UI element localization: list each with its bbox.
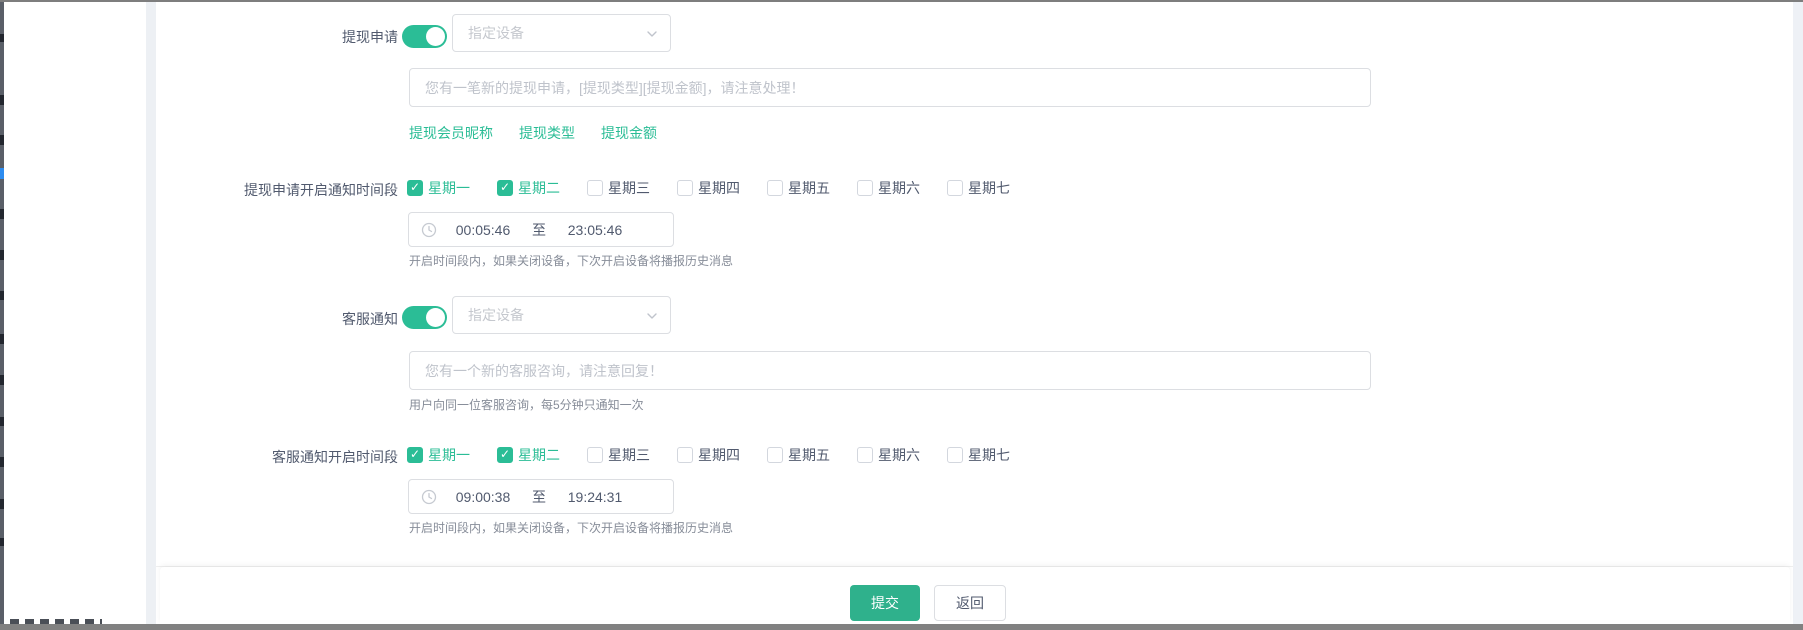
checkbox-checked-icon[interactable] [407,447,423,463]
withdraw-schedule-label: 提现申请开启通知时间段 [150,180,398,200]
time-start-value[interactable]: 09:00:38 [447,489,519,505]
day-checkbox-item[interactable]: 星期七 [947,178,1010,198]
day-label: 星期三 [608,445,650,465]
day-checkbox-item[interactable]: 星期二 [497,445,560,465]
service-label: 客服通知 [150,309,398,329]
day-label: 星期五 [788,178,830,198]
clock-icon [421,489,437,505]
insert-tag-button[interactable]: 提现金额 [601,123,657,143]
day-checkbox-item[interactable]: 星期五 [767,178,830,198]
time-separator: 至 [519,487,559,507]
service-hint: 用户向同一位客服咨询，每5分钟只通知一次 [409,396,644,413]
withdraw-toggle[interactable] [402,25,447,48]
day-checkbox-item[interactable]: 星期五 [767,445,830,465]
checkbox-unchecked-icon[interactable] [677,447,693,463]
right-scrollbar[interactable] [1793,2,1803,624]
time-start-value[interactable]: 00:05:46 [447,222,519,238]
withdraw-device-select[interactable]: 指定设备 [452,14,671,52]
toggle-knob [426,27,445,46]
service-day-row: 星期一 星期二 星期三 星期四 星期五 星期六 星期七 [407,446,1010,464]
day-label: 星期四 [698,178,740,198]
settings-page: 提现申请 指定设备 提现会员昵称 提现类型 提现金额 提现申请开启通知时间段 星期一… [0,0,1803,630]
insert-tag-button[interactable]: 提现会员昵称 [409,123,493,143]
day-label: 星期七 [968,178,1010,198]
withdraw-tag-row: 提现会员昵称 提现类型 提现金额 [409,123,657,143]
day-checkbox-item[interactable]: 星期一 [407,445,470,465]
withdraw-day-row: 星期一 星期二 星期三 星期四 星期五 星期六 星期七 [407,179,1010,197]
day-checkbox-item[interactable]: 星期七 [947,445,1010,465]
time-end-value[interactable]: 23:05:46 [559,222,631,238]
service-schedule-hint: 开启时间段内，如果关闭设备，下次开启设备将播报历史消息 [409,519,733,536]
time-end-value[interactable]: 19:24:31 [559,489,631,505]
chevron-down-icon [646,27,658,43]
day-label: 星期三 [608,178,650,198]
day-checkbox-item[interactable]: 星期四 [677,178,740,198]
checkbox-checked-icon[interactable] [497,180,513,196]
day-label: 星期六 [878,178,920,198]
checkbox-checked-icon[interactable] [407,180,423,196]
withdraw-schedule-hint: 开启时间段内，如果关闭设备，下次开启设备将播报历史消息 [409,252,733,269]
checkbox-checked-icon[interactable] [497,447,513,463]
checkbox-unchecked-icon[interactable] [587,447,603,463]
select-placeholder: 指定设备 [468,15,524,51]
day-label: 星期一 [428,445,470,465]
day-checkbox-item[interactable]: 星期六 [857,445,920,465]
checkbox-unchecked-icon[interactable] [857,447,873,463]
service-toggle[interactable] [402,306,447,329]
clock-icon [421,222,437,238]
select-placeholder: 指定设备 [468,297,524,333]
checkbox-unchecked-icon[interactable] [767,447,783,463]
day-label: 星期五 [788,445,830,465]
service-message-input[interactable] [409,351,1371,390]
day-checkbox-item[interactable]: 星期一 [407,178,470,198]
day-label: 星期六 [878,445,920,465]
left-panel [4,2,146,624]
day-checkbox-item[interactable]: 星期三 [587,445,650,465]
day-label: 星期二 [518,445,560,465]
day-label: 星期七 [968,445,1010,465]
day-label: 星期一 [428,178,470,198]
service-device-select[interactable]: 指定设备 [452,296,671,334]
checkbox-unchecked-icon[interactable] [947,447,963,463]
day-checkbox-item[interactable]: 星期六 [857,178,920,198]
checkbox-unchecked-icon[interactable] [947,180,963,196]
day-checkbox-item[interactable]: 星期二 [497,178,560,198]
day-checkbox-item[interactable]: 星期三 [587,178,650,198]
back-button[interactable]: 返回 [934,585,1006,621]
withdraw-label: 提现申请 [150,27,398,47]
day-label: 星期二 [518,178,560,198]
service-schedule-label: 客服通知开启时间段 [150,447,398,467]
checkbox-unchecked-icon[interactable] [677,180,693,196]
checkbox-unchecked-icon[interactable] [857,180,873,196]
time-separator: 至 [519,220,559,240]
withdraw-time-range[interactable]: 00:05:46 至 23:05:46 [408,212,674,247]
submit-button[interactable]: 提交 [850,585,920,621]
checkbox-unchecked-icon[interactable] [587,180,603,196]
day-label: 星期四 [698,445,740,465]
chevron-down-icon [646,309,658,325]
service-time-range[interactable]: 09:00:38 至 19:24:31 [408,479,674,514]
withdraw-message-input[interactable] [409,68,1371,107]
day-checkbox-item[interactable]: 星期四 [677,445,740,465]
horizontal-scrollbar[interactable] [0,624,1803,630]
checkbox-unchecked-icon[interactable] [767,180,783,196]
insert-tag-button[interactable]: 提现类型 [519,123,575,143]
toggle-knob [426,308,445,327]
